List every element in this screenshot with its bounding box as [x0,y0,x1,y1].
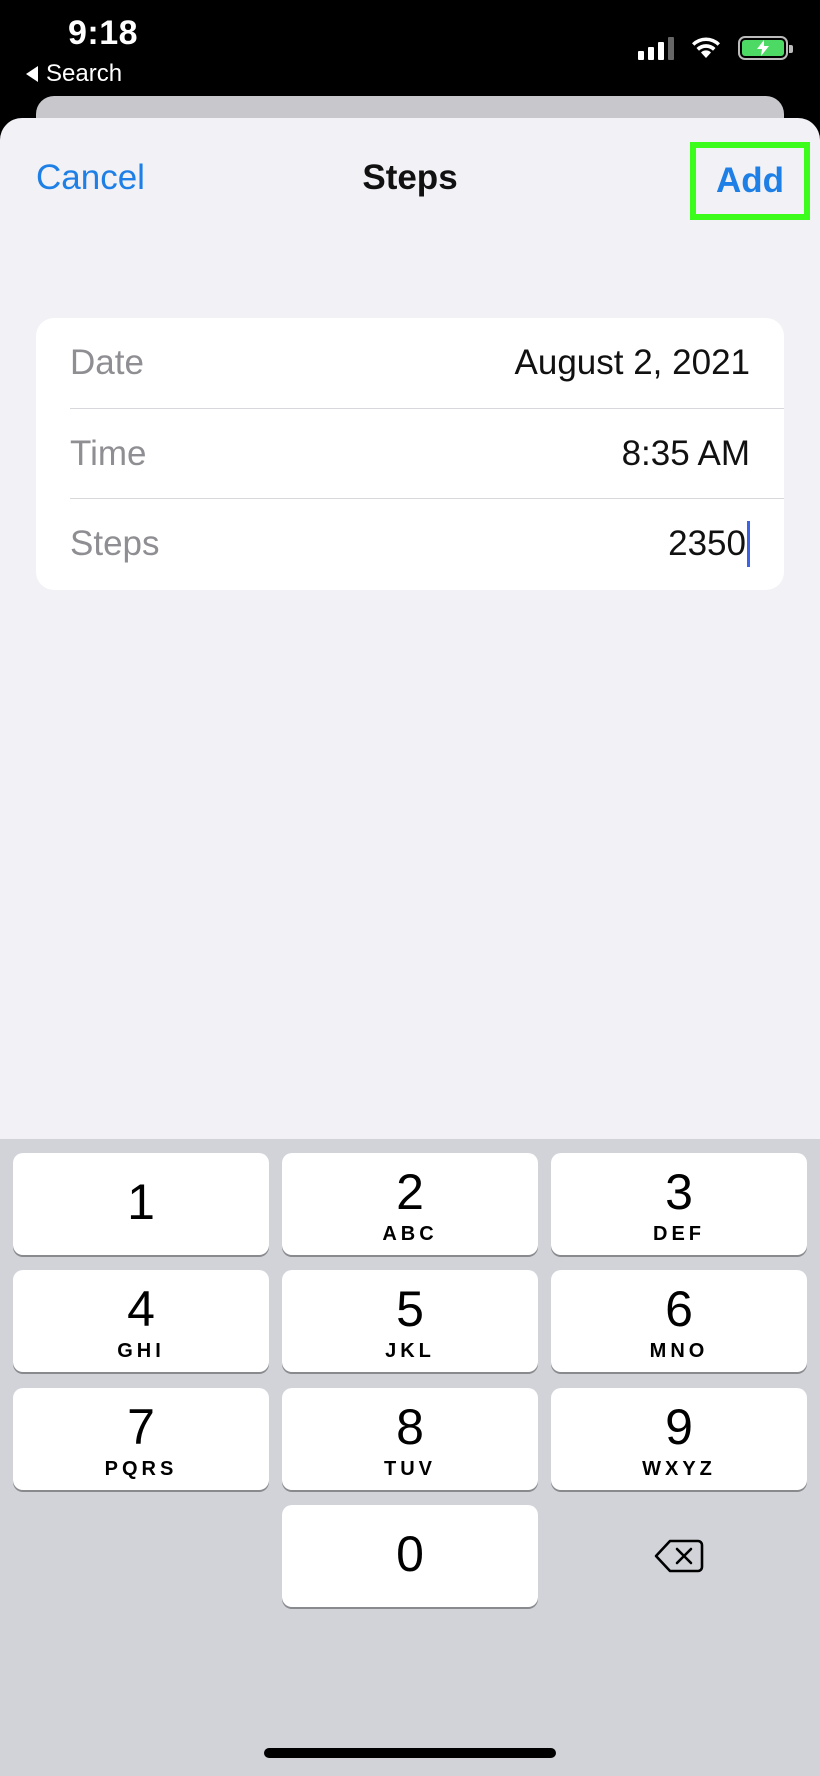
key-3[interactable]: 3 DEF [551,1153,807,1255]
wifi-icon [692,37,720,58]
key-7[interactable]: 7 PQRS [13,1388,269,1490]
date-row[interactable]: Date August 2, 2021 [70,318,784,408]
key-1[interactable]: 1 [13,1153,269,1255]
steps-label: Steps [70,523,160,563]
add-button[interactable]: Add [690,142,810,220]
key-0[interactable]: 0 [282,1505,538,1607]
key-9[interactable]: 9 WXYZ [551,1388,807,1490]
signal-icon [638,36,674,60]
number-keypad: 1 2 ABC 3 DEF 4 GHI 5 JKL 6 MNO 7 PQRS 8… [0,1139,820,1776]
date-label: Date [70,343,144,382]
status-time: 9:18 [68,14,139,52]
add-button-label: Add [715,161,785,200]
key-6[interactable]: 6 MNO [551,1270,807,1372]
back-arrow-icon [26,66,38,82]
time-label: Time [70,433,147,473]
date-value[interactable]: August 2, 2021 [515,343,750,383]
steps-row[interactable]: Steps 2350 [70,498,784,588]
key-5[interactable]: 5 JKL [282,1270,538,1372]
key-4[interactable]: 4 GHI [13,1270,269,1372]
back-app-label: Search [46,60,123,87]
time-value[interactable]: 8:35 AM [622,434,750,474]
battery-charging-icon [738,36,793,60]
home-indicator[interactable] [264,1748,556,1758]
backspace-icon [654,1539,704,1573]
text-cursor [747,520,750,567]
navigation-bar: Cancel Steps Add [0,118,820,238]
key-2[interactable]: 2 ABC [282,1153,538,1255]
key-8[interactable]: 8 TUV [282,1388,538,1490]
delete-key[interactable] [551,1505,807,1607]
back-to-search-link[interactable]: Search [26,60,122,88]
data-entry-form: Date August 2, 2021 Time 8:35 AM Steps 2… [36,318,784,590]
time-row[interactable]: Time 8:35 AM [70,408,784,498]
status-icons [638,36,793,60]
steps-value: 2350 [668,523,746,563]
steps-input[interactable]: 2350 [668,520,750,567]
